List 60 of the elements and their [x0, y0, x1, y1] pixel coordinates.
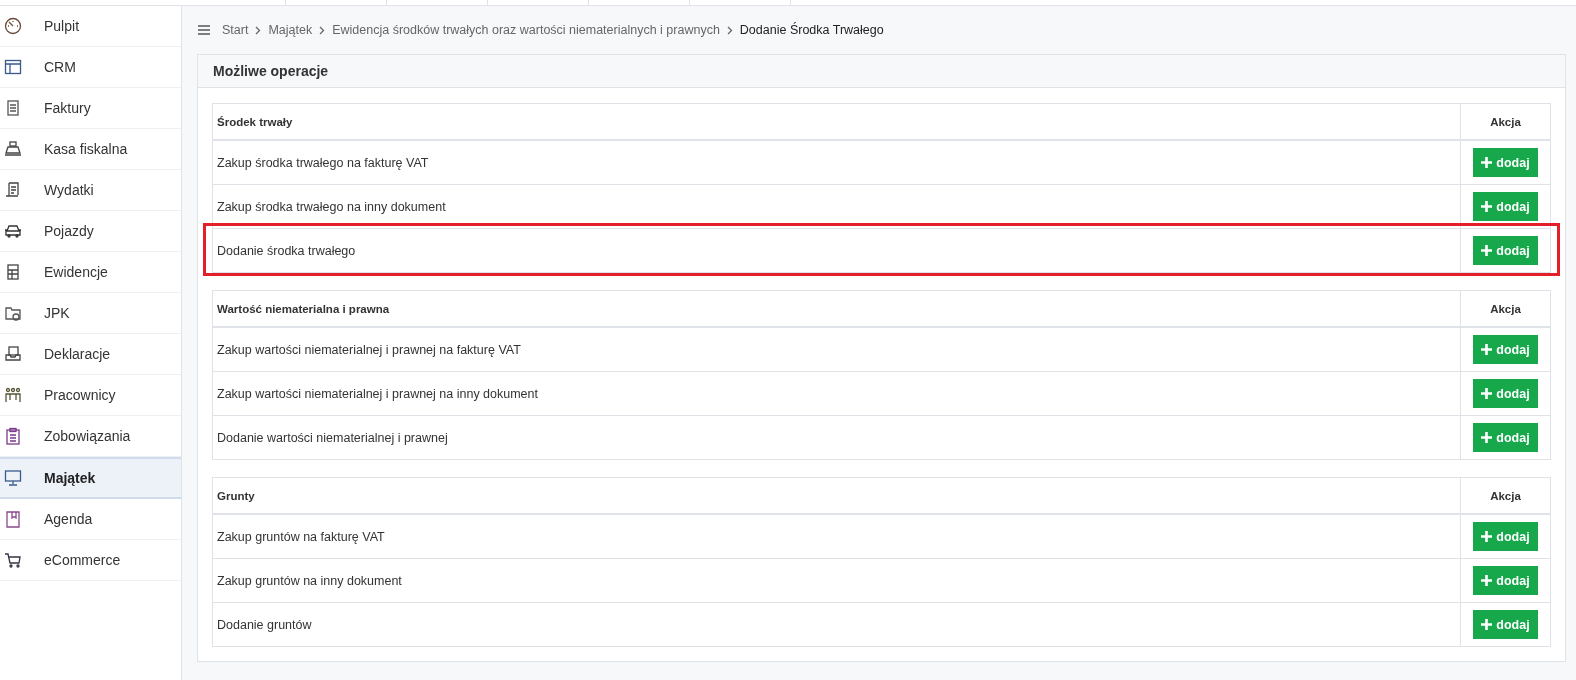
gauge-icon [4, 17, 22, 35]
people-icon [4, 386, 22, 404]
table-cell-text: Dodanie wartości niematerialnej i prawnej [216, 429, 449, 447]
table-cell-text: Zakup wartości niematerialnej i prawnej na fakturę VAT [216, 341, 522, 359]
ledger-icon [4, 263, 22, 281]
breadcrumb-link[interactable]: Ewidencja środków trwałych oraz wartości niematerialnych i prawnych [332, 23, 720, 37]
plus-icon [1481, 432, 1493, 443]
column-header: Grunty [216, 488, 256, 504]
sidebar-item[interactable]: Deklaracje [0, 334, 181, 375]
plus-icon [1481, 344, 1493, 355]
plus-icon [1481, 531, 1493, 542]
sidebar-item[interactable]: Majątek [0, 457, 181, 499]
chevron-icon [255, 25, 262, 35]
breadcrumb-link[interactable]: Majątek [268, 23, 313, 37]
document-icon [4, 99, 22, 117]
plus-icon [1481, 619, 1493, 630]
table-cell-text: Zakup gruntów na inny dokument [216, 572, 403, 590]
book-icon [4, 510, 22, 528]
sidebar-item[interactable]: Agenda [0, 499, 181, 540]
sidebar-item[interactable]: CRM [0, 47, 181, 88]
plus-icon [1481, 575, 1493, 586]
chevron-icon [319, 25, 326, 35]
sidebar-item[interactable]: JPK [0, 293, 181, 334]
layout-icon [4, 58, 22, 76]
chevron-icon [726, 25, 733, 35]
table-cell-text: Zakup środka trwałego na fakturę VAT [216, 154, 430, 172]
sidebar-item[interactable]: eCommerce [0, 540, 181, 581]
table-cell-text: Zakup gruntów na fakturę VAT [216, 528, 386, 546]
car-icon [4, 222, 22, 240]
table-cell-text: Zakup środka trwałego na inny dokument [216, 198, 447, 216]
plus-icon [1481, 245, 1493, 256]
column-header: Akcja [1460, 478, 1550, 513]
sidebar-item[interactable]: Wydatki [0, 170, 181, 211]
plus-icon [1481, 157, 1493, 168]
sidebar-item[interactable]: Kasa fiskalna [0, 129, 181, 170]
sidebar-item[interactable]: Faktury [0, 88, 181, 129]
column-header: Wartość niematerialna i prawna [216, 301, 391, 317]
sidebar-item[interactable]: Ewidencje [0, 252, 181, 293]
scroll-icon [4, 181, 22, 199]
cart-icon [4, 551, 22, 569]
breadcrumb-link[interactable]: Start [222, 23, 249, 37]
menu-icon[interactable] [198, 25, 210, 35]
column-header: Akcja [1460, 291, 1550, 326]
cash-register-icon [4, 140, 22, 158]
breadcrumb-current: Dodanie Środka Trwałego [739, 23, 884, 37]
monitor-icon [4, 469, 22, 487]
tray-icon [4, 345, 22, 363]
column-header: Akcja [1460, 104, 1550, 139]
sidebar-item[interactable]: Pracownicy [0, 375, 181, 416]
column-header: Środek trwały [216, 114, 294, 130]
sidebar-item[interactable]: Pulpit [0, 6, 181, 47]
plus-icon [1481, 388, 1493, 399]
clipboard-icon [4, 427, 22, 445]
plus-icon [1481, 201, 1493, 212]
folder-icon [4, 304, 22, 322]
table-cell-text: Dodanie środka trwałego [216, 242, 357, 260]
sidebar-item[interactable]: Pojazdy [0, 211, 181, 252]
panel-title: Możliwe operacje [213, 63, 329, 79]
table-cell-text: Dodanie gruntów [216, 616, 313, 634]
table-cell-text: Zakup wartości niematerialnej i prawnej na inny dokument [216, 385, 539, 403]
